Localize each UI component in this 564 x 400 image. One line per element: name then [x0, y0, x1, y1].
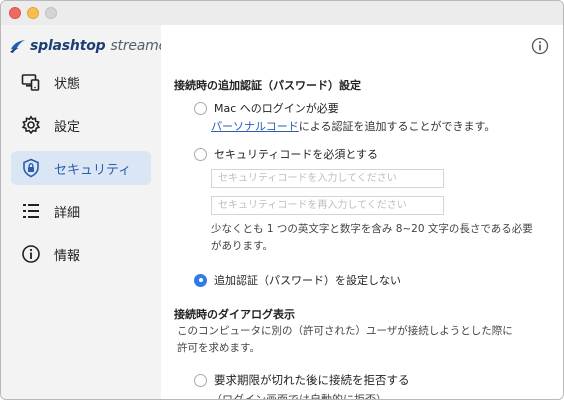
radio-button-selected[interactable]	[194, 273, 207, 287]
sidebar-item-security[interactable]: セキュリティ	[11, 151, 151, 185]
sidebar-item-label: セキュリティ	[54, 162, 132, 178]
dialog-desc-line-1: このコンピュータに別の（許可された）ユーザが接続しようとした際に	[177, 325, 513, 337]
gear-icon	[21, 115, 41, 135]
sidebar-item-label: 詳細	[54, 205, 81, 221]
dialog-section-description: このコンピュータに別の（許可された）ユーザが接続しようとした際に 許可を求めます…	[177, 323, 513, 357]
advanced-list-icon	[23, 204, 39, 218]
security-settings-panel: 接続時の追加認証（パスワード）設定 Mac へのログインが必要 パーソナルコード…	[161, 25, 563, 400]
personal-code-description: による認証を追加することができます。	[298, 120, 496, 133]
minimize-window-button[interactable]	[27, 7, 39, 19]
radio-mac-login-label: Mac へのログインが必要	[214, 102, 339, 115]
sidebar-nav: 状態 設定 セキュリティ 詳細 情報	[11, 65, 151, 280]
dialog-section-title: 接続時のダイアログ表示	[174, 308, 295, 321]
sidebar-item-settings[interactable]: 設定	[11, 108, 151, 142]
radio-button[interactable]	[194, 373, 207, 387]
close-window-button[interactable]	[9, 7, 21, 19]
sidebar-item-info[interactable]: 情報	[11, 237, 151, 271]
status-monitor-icon	[21, 74, 40, 91]
app-logo: splashtop streamer	[9, 36, 173, 56]
radio-security-code-label: セキュリティコードを必須とする	[214, 148, 379, 161]
splashtop-logo-icon	[10, 40, 25, 53]
requirement-line-1: 少なくとも 1 つの英文字と数字を含み 8~20 文字の長さである必要	[211, 223, 533, 235]
info-icon	[22, 245, 40, 263]
radio-button[interactable]	[194, 101, 207, 115]
app-window: splashtop streamer 状態 設定 セキュリティ 詳細 情報 接続…	[0, 0, 564, 400]
radio-security-code[interactable]: セキュリティコードを必須とする	[194, 146, 378, 162]
security-shield-icon	[23, 158, 39, 178]
radio-button[interactable]	[194, 147, 207, 161]
info-icon[interactable]	[531, 37, 549, 55]
radio-no-auth[interactable]: 追加認証（パスワード）を設定しない	[194, 272, 401, 288]
dialog-desc-line-2: 許可を求めます。	[177, 342, 260, 354]
sidebar: splashtop streamer 状態 設定 セキュリティ 詳細 情報	[1, 25, 173, 399]
security-code-confirm-input[interactable]	[211, 196, 444, 215]
personal-code-link[interactable]: パーソナルコード	[211, 120, 299, 133]
logo-text-splashtop: splashtop	[30, 38, 106, 54]
sidebar-item-label: 情報	[54, 248, 81, 264]
requirement-line-2: があります。	[211, 240, 273, 252]
sidebar-item-advanced[interactable]: 詳細	[11, 194, 151, 228]
security-code-requirement: 少なくとも 1 つの英文字と数字を含み 8~20 文字の長さである必要 がありま…	[211, 221, 533, 255]
sidebar-item-label: 設定	[54, 119, 81, 135]
sidebar-item-label: 状態	[54, 76, 81, 92]
radio-reject-after-expiry[interactable]: 要求期限が切れた後に接続を拒否する	[194, 372, 410, 388]
sidebar-item-status[interactable]: 状態	[11, 65, 151, 99]
reject-note-partial: （ログイン画面では自動的に拒否）	[211, 393, 387, 400]
security-code-input[interactable]	[211, 169, 444, 188]
personal-code-text: パーソナルコードによる認証を追加することができます。	[211, 118, 495, 134]
radio-reject-label: 要求期限が切れた後に接続を拒否する	[214, 373, 410, 387]
radio-mac-login[interactable]: Mac へのログインが必要	[194, 100, 339, 116]
title-bar	[1, 1, 563, 25]
zoom-window-button[interactable]	[45, 7, 57, 19]
radio-no-auth-label: 追加認証（パスワード）を設定しない	[214, 274, 401, 287]
auth-section-title: 接続時の追加認証（パスワード）設定	[174, 79, 361, 92]
